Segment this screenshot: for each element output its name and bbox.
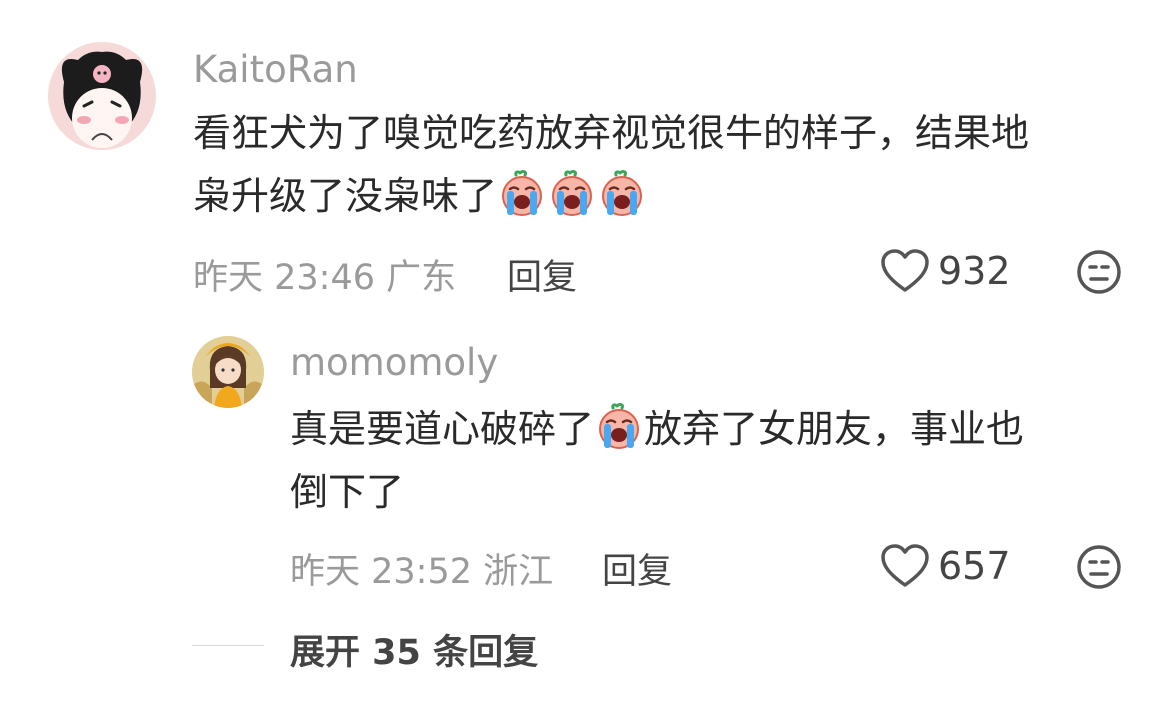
avatar[interactable] [192, 336, 264, 408]
avatar[interactable] [48, 42, 156, 150]
comment-text-segment: 放弃了女朋友，事业也 [644, 407, 1025, 451]
location: 广东 [386, 258, 457, 298]
comment-meta: 昨天 23:52 浙江 [290, 543, 553, 594]
comment-text-segment: 真是要道心破碎了 [290, 407, 595, 451]
neutral-face-icon [1077, 545, 1121, 589]
divider [192, 645, 264, 646]
location: 浙江 [483, 552, 554, 592]
comment-text: 真是要道心破碎了 放弃了女朋友，事业也 倒下了 [290, 398, 1150, 524]
comment-text-line: 真是要道心破碎了 放弃了女朋友，事业也 [290, 398, 1150, 461]
crying-face-icon [498, 169, 546, 217]
more-options-button[interactable] [1076, 249, 1122, 299]
timestamp: 昨天 23:46 [193, 258, 375, 298]
comment-text: 看狂犬为了嗅觉吃药放弃视觉很牛的样子，结果地 枭升级了没枭味了 [193, 102, 1143, 228]
like-count: 657 [938, 544, 1011, 588]
like-button[interactable]: 657 [880, 543, 1011, 589]
crying-face-icon [595, 402, 643, 450]
username[interactable]: momomoly [290, 341, 498, 384]
like-button[interactable]: 932 [880, 248, 1011, 294]
kuromi-avatar-icon [48, 42, 156, 150]
timestamp: 昨天 23:52 [290, 552, 472, 592]
username[interactable]: KaitoRan [193, 48, 358, 91]
comment-text-segment: 枭升级了没枭味了 [193, 174, 498, 218]
comment-meta: 昨天 23:46 广东 [193, 249, 456, 300]
comment-text-line: 倒下了 [290, 470, 405, 514]
more-options-button[interactable] [1076, 544, 1122, 594]
expand-replies-button[interactable]: 展开 35 条回复 [290, 624, 538, 675]
comment-text-line: 看狂犬为了嗅觉吃药放弃视觉很牛的样子，结果地 [193, 111, 1030, 155]
heart-icon [881, 249, 929, 292]
heart-icon [881, 544, 929, 587]
reply-button[interactable]: 回复 [602, 543, 672, 594]
crying-face-icon [548, 169, 596, 217]
reply-button[interactable]: 回复 [507, 249, 577, 300]
like-count: 932 [938, 249, 1011, 293]
crying-face-icon [598, 169, 646, 217]
neutral-face-icon [1077, 250, 1121, 294]
comment-text-line: 枭升级了没枭味了 [193, 165, 1143, 228]
anime-girl-avatar-icon [192, 336, 264, 408]
